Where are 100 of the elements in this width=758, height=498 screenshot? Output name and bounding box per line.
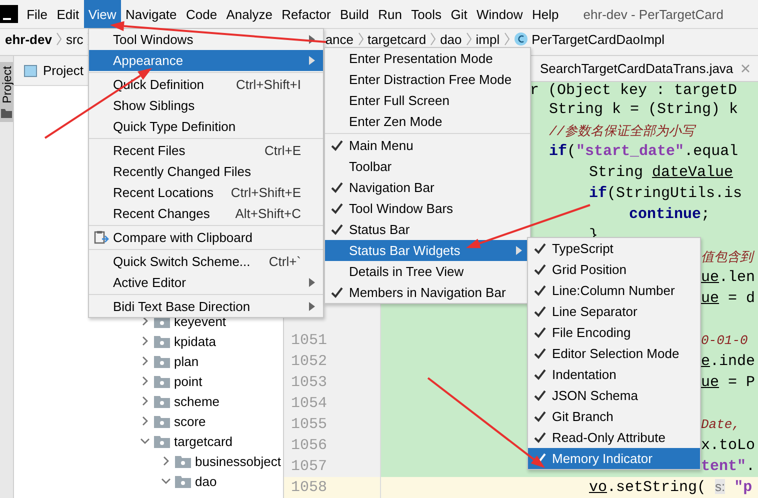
menu-item[interactable]: Main Menu: [325, 135, 530, 156]
tree-item[interactable]: score: [14, 411, 283, 431]
menu-item[interactable]: Memory Indicator: [528, 448, 700, 469]
menu-item[interactable]: Git Branch: [528, 406, 700, 427]
shortcut-label: Ctrl+E: [264, 143, 301, 158]
menu-item[interactable]: Show Siblings: [89, 95, 323, 116]
menu-item[interactable]: TypeScript: [528, 238, 700, 259]
line-number: 1055: [290, 415, 328, 435]
menu-item[interactable]: Members in Navigation Bar: [325, 282, 530, 303]
menu-item[interactable]: Status Bar Widgets: [325, 240, 530, 261]
menu-item[interactable]: Line:Column Number: [528, 280, 700, 301]
submenu-arrow-icon: [309, 35, 315, 44]
check-icon: [331, 203, 343, 214]
breadcrumb-item[interactable]: dao: [440, 32, 462, 46]
menu-item[interactable]: Read-Only Attribute: [528, 427, 700, 448]
menu-bar-item[interactable]: Build: [335, 0, 374, 28]
menu-bar-item[interactable]: Navigate: [120, 0, 182, 28]
menu-item[interactable]: Tool Window Bars: [325, 198, 530, 219]
menu-bar-item[interactable]: Tools: [406, 0, 446, 28]
close-icon[interactable]: [741, 64, 750, 73]
tree-item[interactable]: kpidata: [14, 331, 283, 351]
menu-item[interactable]: Recent Files Ctrl+E: [89, 140, 323, 161]
menu-item[interactable]: Indentation: [528, 364, 700, 385]
menu-item[interactable]: Quick Switch Scheme... Ctrl+`: [89, 251, 323, 272]
separator-icon: [430, 32, 436, 46]
menu-bar-item[interactable]: Analyze: [222, 0, 278, 28]
folder-icon: [175, 454, 191, 468]
menu-item[interactable]: Line Separator: [528, 301, 700, 322]
check-icon: [534, 369, 546, 380]
check-icon: [534, 327, 546, 338]
menu-bar-item[interactable]: Edit: [52, 0, 84, 28]
menu-bar-item[interactable]: File: [22, 0, 52, 28]
menu-bar-item[interactable]: Help: [527, 0, 564, 28]
menu-bar-item[interactable]: Window: [472, 0, 528, 28]
menu-item[interactable]: Tool Windows: [89, 29, 323, 50]
tree-item[interactable]: point: [14, 371, 283, 391]
tree-item[interactable]: plan: [14, 351, 283, 371]
menu-item[interactable]: Enter Zen Mode: [325, 111, 530, 132]
menu-bar-item[interactable]: Git: [446, 0, 472, 28]
menu-item[interactable]: Quick Type Definition: [89, 116, 323, 137]
menu-item[interactable]: Enter Full Screen: [325, 90, 530, 111]
chevron-right-icon[interactable]: [161, 456, 171, 466]
menu-item[interactable]: Compare with Clipboard: [89, 227, 323, 248]
menu-item[interactable]: Navigation Bar: [325, 177, 530, 198]
code-line: r (Object key : targetD: [530, 82, 738, 99]
code-line: 0-01-0: [701, 332, 748, 349]
menu-item[interactable]: File Encoding: [528, 322, 700, 343]
menu-item[interactable]: Grid Position: [528, 259, 700, 280]
submenu-arrow-icon: [309, 302, 315, 311]
menu-item[interactable]: JSON Schema: [528, 385, 700, 406]
menu-bar-item[interactable]: Code: [181, 0, 222, 28]
tree-item[interactable]: dao: [14, 471, 283, 491]
menu-bar-item[interactable]: Run: [374, 0, 407, 28]
menu-item[interactable]: Details in Tree View: [325, 261, 530, 282]
code-line: String k = (String) k: [549, 101, 738, 118]
menu-bar-item[interactable]: Refactor: [277, 0, 336, 28]
line-number: 1052: [290, 352, 328, 372]
breadcrumb-item[interactable]: src: [66, 32, 84, 46]
tool-window-tab[interactable]: Project: [0, 62, 13, 122]
tree-item-label: targetcard: [174, 434, 233, 448]
tree-item[interactable]: businessobject: [14, 451, 283, 471]
code-line: x.toLo: [701, 437, 756, 454]
editor-tab[interactable]: SearchTargetCardDataTrans.java: [536, 56, 754, 81]
breadcrumb-item[interactable]: targetcard: [368, 32, 426, 46]
shortcut-label: Ctrl+`: [268, 254, 301, 269]
breadcrumb-item[interactable]: ehr-dev: [5, 32, 52, 46]
check-icon: [534, 285, 546, 296]
check-icon: [534, 432, 546, 443]
shortcut-label: Ctrl+Shift+E: [230, 185, 301, 200]
tree-item[interactable]: scheme: [14, 391, 283, 411]
tree-item-label: businessobject: [195, 454, 281, 468]
breadcrumb-item[interactable]: ance: [325, 32, 354, 46]
chevron-down-icon[interactable]: [161, 476, 171, 486]
panel-title: Project: [43, 63, 84, 78]
code-line: e.inde: [701, 353, 756, 370]
code-line: if("start_date".equal: [549, 143, 738, 160]
menu-item[interactable]: Enter Presentation Mode: [325, 48, 530, 69]
menu-item[interactable]: Toolbar: [325, 156, 530, 177]
menu-item[interactable]: Status Bar: [325, 219, 530, 240]
code-line: if(StringUtils.is: [589, 185, 742, 202]
line-number: 1054: [290, 394, 328, 414]
menu-item[interactable]: Enter Distraction Free Mode: [325, 69, 530, 90]
menu-item[interactable]: Recently Changed Files: [89, 161, 323, 182]
breadcrumb-item[interactable]: PerTargetCardDaoImpl: [532, 32, 665, 46]
folder-icon: [154, 414, 170, 428]
menu-item[interactable]: Recent Changes Alt+Shift+C: [89, 203, 323, 224]
menu-item[interactable]: Active Editor: [89, 272, 323, 293]
line-number: 1056: [290, 436, 328, 456]
menu-item[interactable]: Appearance: [89, 50, 323, 71]
breadcrumb-item[interactable]: impl: [476, 32, 500, 46]
window-title: ehr-dev - PerTargetCard: [583, 6, 724, 24]
menu-item[interactable]: Editor Selection Mode: [528, 343, 700, 364]
chevron-down-icon[interactable]: [140, 436, 150, 446]
tree-item[interactable]: targetcard: [14, 431, 283, 451]
menu-item[interactable]: Recent Locations Ctrl+Shift+E: [89, 182, 323, 203]
menu-bar-item[interactable]: View: [84, 0, 121, 28]
tree-item-label: plan: [174, 354, 199, 368]
tree-item-label: score: [174, 414, 206, 428]
code-line: vo.setString( s: "p: [589, 479, 752, 496]
check-icon: [534, 348, 546, 359]
